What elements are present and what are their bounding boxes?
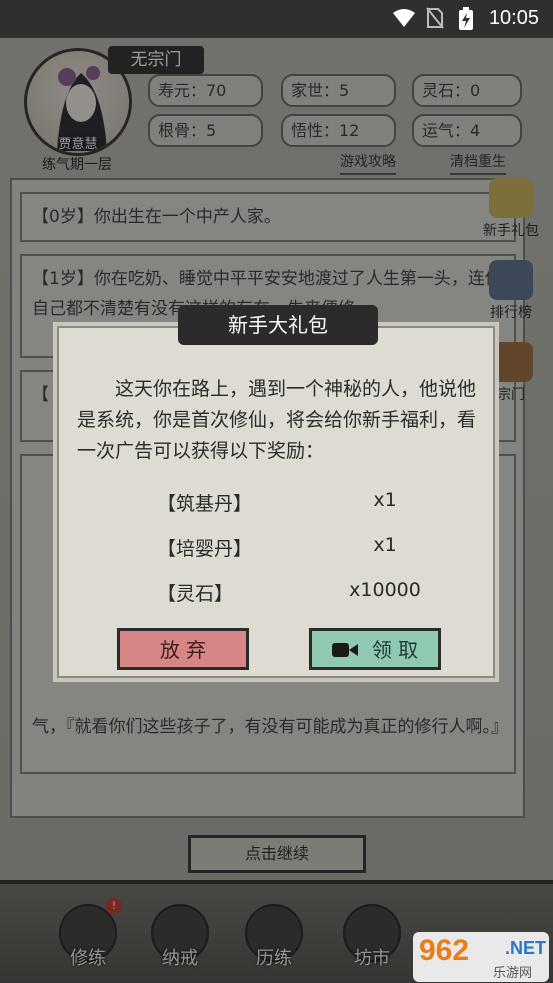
reward-row: 【灵石】 x10000 xyxy=(157,579,421,605)
abandon-button[interactable]: 放 弃 xyxy=(117,628,249,670)
dialog-title: 新手大礼包 xyxy=(178,305,378,345)
newbie-gift-dialog: 这天你在路上，遇到一个神秘的人，他说他是系统，你是首次修仙，将会给你新手福利，看… xyxy=(57,326,495,678)
reward-row: 【培婴丹】 x1 xyxy=(157,534,397,560)
video-camera-icon xyxy=(331,642,358,657)
clock: 10:05 xyxy=(488,7,539,29)
status-bar: 10:05 xyxy=(0,0,553,38)
claim-button[interactable]: 领 取 xyxy=(309,628,441,670)
dialog-message: 这天你在路上，遇到一个神秘的人，他说他是系统，你是首次修仙，将会给你新手福利，看… xyxy=(77,378,477,462)
battery-charging-icon xyxy=(459,7,473,30)
watermark-logo: 962 .NET 乐游网 xyxy=(413,932,549,982)
no-sim-icon xyxy=(426,7,444,29)
reward-row: 【筑基丹】 x1 xyxy=(157,489,397,515)
wifi-icon xyxy=(393,9,415,27)
